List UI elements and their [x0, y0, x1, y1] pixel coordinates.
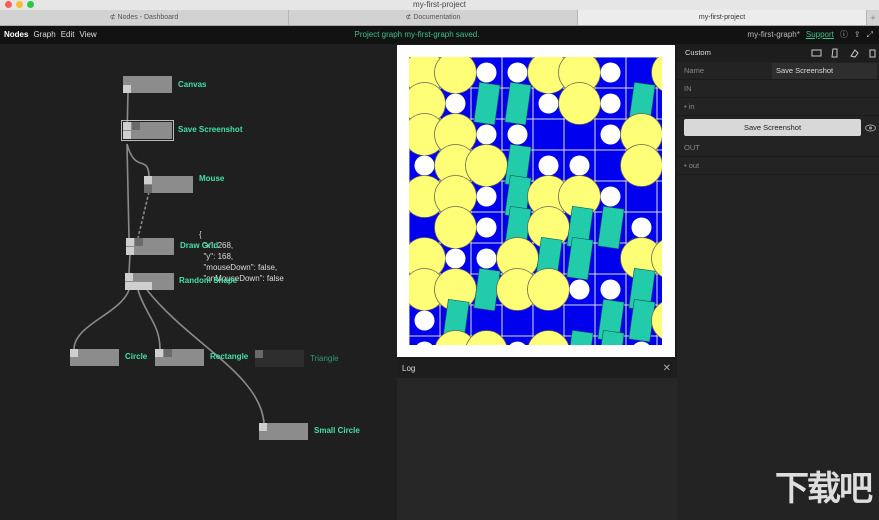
- minimize-window-button[interactable]: [16, 1, 23, 8]
- save-screenshot-button[interactable]: Save Screenshot: [684, 119, 861, 136]
- out-port: • out: [684, 161, 700, 170]
- white-circle: [476, 62, 497, 83]
- graph-name[interactable]: my-first-graph*: [747, 26, 799, 44]
- eraser-icon[interactable]: [849, 48, 860, 58]
- canvas-preview: [397, 44, 677, 360]
- save-status: Project graph my-first-graph saved.: [354, 30, 480, 39]
- close-icon[interactable]: ✕: [663, 360, 671, 378]
- node-label-mouse: Mouse: [199, 174, 225, 183]
- white-circle: [476, 248, 497, 269]
- eye-icon[interactable]: [865, 124, 876, 132]
- white-circle: [600, 279, 621, 300]
- white-circle: [507, 62, 528, 83]
- node-label-circle: Circle: [125, 352, 148, 361]
- node-label-small-circle: Small Circle: [314, 426, 360, 435]
- white-circle: [569, 279, 590, 300]
- inspector-panel: Custom Name Save Screenshot IN • in Save …: [677, 44, 879, 520]
- white-circle: [631, 217, 652, 238]
- log-panel: Log ✕: [397, 360, 677, 520]
- white-circle: [600, 93, 621, 114]
- menu-bar: Nodes Graph Edit View Project graph my-f…: [0, 26, 879, 44]
- connection: [137, 191, 150, 239]
- node-draw-grid[interactable]: [126, 238, 174, 255]
- node-graph[interactable]: Canvas Save Screenshot Mouse { "x": 268,…: [0, 44, 397, 520]
- white-circle: [445, 93, 466, 114]
- tab-bar: ⊄ Nodes - Dashboard ⊄ Documentation my-f…: [0, 10, 879, 26]
- in-port: • in: [684, 102, 695, 111]
- support-link[interactable]: Support: [806, 26, 834, 44]
- new-tab-button[interactable]: +: [867, 10, 879, 25]
- white-circle: [600, 62, 621, 83]
- connection: [126, 143, 130, 239]
- tab-project[interactable]: my-first-project: [578, 10, 867, 25]
- inspector-title: Custom: [685, 48, 711, 57]
- watermark-logo: 下载吧: [775, 470, 873, 508]
- in-header: IN: [684, 84, 692, 93]
- out-header: OUT: [684, 143, 700, 152]
- node-canvas[interactable]: [123, 76, 172, 93]
- node-random-shape[interactable]: [125, 273, 174, 290]
- white-circle: [414, 155, 435, 176]
- info-icon[interactable]: ⓘ: [840, 26, 848, 44]
- white-circle: [538, 155, 559, 176]
- name-label: Name: [684, 66, 705, 75]
- node-save-screenshot[interactable]: [121, 120, 174, 141]
- white-circle: [569, 155, 590, 176]
- white-circle: [600, 186, 621, 207]
- yellow-circle: [434, 57, 477, 94]
- white-circle: [414, 310, 435, 331]
- connection: [126, 143, 150, 177]
- white-circle: [538, 93, 559, 114]
- node-triangle[interactable]: [255, 350, 304, 367]
- log-title: Log: [402, 364, 416, 373]
- node-label-save-screenshot: Save Screenshot: [178, 125, 243, 134]
- white-circle: [476, 186, 497, 207]
- tab-documentation[interactable]: ⊄ Documentation: [289, 10, 578, 25]
- yellow-circle: [620, 144, 662, 187]
- white-circle: [600, 124, 621, 145]
- node-mouse[interactable]: [144, 176, 193, 193]
- node-circle[interactable]: [70, 349, 119, 366]
- node-label-random-shape: Random Shape: [179, 276, 238, 285]
- fullscreen-icon[interactable]: ⤢: [867, 26, 873, 44]
- yellow-circle: [434, 206, 477, 249]
- fit-view-icon[interactable]: [811, 48, 822, 58]
- cloud-upload-icon[interactable]: ⇪: [854, 26, 861, 44]
- node-label-triangle: Triangle: [310, 354, 339, 363]
- white-circle: [445, 248, 466, 269]
- white-circle: [476, 124, 497, 145]
- white-circle: [476, 217, 497, 238]
- node-label-canvas: Canvas: [178, 80, 207, 89]
- yellow-circle: [465, 144, 508, 187]
- window-title: my-first-project: [413, 0, 466, 9]
- connection: [128, 253, 131, 274]
- name-input[interactable]: Save Screenshot: [772, 63, 877, 79]
- export-icon[interactable]: [830, 48, 841, 58]
- node-small-circle[interactable]: [259, 423, 308, 440]
- zoom-window-button[interactable]: [27, 1, 34, 8]
- yellow-circle: [527, 268, 570, 311]
- title-bar: my-first-project: [0, 0, 879, 10]
- close-window-button[interactable]: [5, 1, 12, 8]
- node-label-rectangle: Rectangle: [210, 352, 249, 361]
- node-label-draw-grid: Draw Grid: [180, 241, 219, 250]
- connection: [137, 289, 161, 350]
- connection: [73, 289, 130, 350]
- node-rectangle[interactable]: [155, 349, 204, 366]
- rendered-canvas[interactable]: [409, 57, 662, 345]
- delete-icon[interactable]: [868, 48, 877, 58]
- tab-dashboard[interactable]: ⊄ Nodes - Dashboard: [0, 10, 289, 25]
- white-circle: [507, 124, 528, 145]
- yellow-circle: [558, 82, 601, 125]
